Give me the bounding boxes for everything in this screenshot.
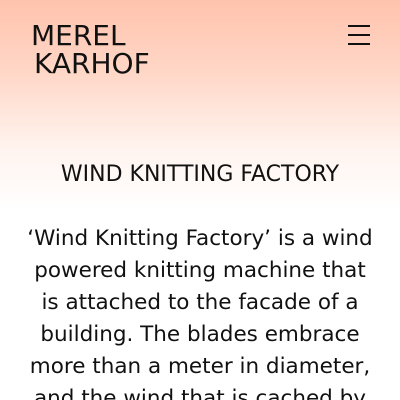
- site-logo-link[interactable]: MEREL KARHOF: [31, 22, 150, 78]
- menu-bar-bottom: [348, 43, 370, 45]
- description-line: and the wind that is cached by: [33, 386, 367, 400]
- menu-bar-middle: [348, 34, 370, 36]
- description-line: more than a meter in diameter,: [29, 354, 371, 379]
- description-line: ‘Wind Knitting Factory’ is a wind: [27, 226, 373, 251]
- menu-bar-top: [348, 25, 370, 27]
- description-line: powered knitting machine that: [34, 258, 366, 283]
- hamburger-menu-icon[interactable]: [346, 23, 372, 47]
- logo-line-1: MEREL: [31, 19, 126, 52]
- description-line: building. The blades embrace: [40, 322, 360, 347]
- project-description: ‘Wind Knitting Factory’ is a wind powere…: [18, 223, 382, 400]
- description-line: is attached to the facade of a: [41, 290, 359, 315]
- logo-line-2: KARHOF: [34, 47, 150, 80]
- project-title: WIND KNITTING FACTORY: [60, 162, 340, 187]
